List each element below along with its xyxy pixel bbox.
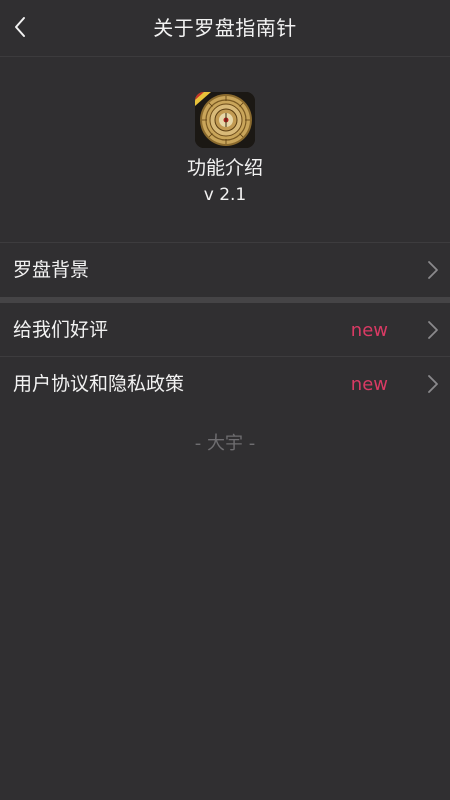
new-badge: new: [350, 320, 388, 341]
top-navigation-bar: 关于罗盘指南针: [0, 0, 450, 57]
chevron-right-icon: [428, 261, 438, 279]
compass-app-icon: [195, 92, 255, 148]
footer-signature: - 大宇 -: [194, 433, 256, 454]
app-info-section: 功能介绍 v 2.1: [0, 57, 450, 241]
app-name[interactable]: 功能介绍: [0, 155, 450, 181]
menu-item-label: 罗盘背景: [13, 259, 90, 281]
new-badge: new: [350, 374, 388, 395]
menu-item-label: 用户协议和隐私政策: [13, 373, 185, 395]
app-version: v 2.1: [203, 185, 247, 205]
chevron-right-icon: [428, 375, 438, 393]
menu-item-rate-us[interactable]: 给我们好评 new: [0, 303, 450, 357]
chevron-right-icon: [428, 321, 438, 339]
menu-item-label: 给我们好评: [13, 319, 109, 341]
menu-item-user-agreement-privacy[interactable]: 用户协议和隐私政策 new: [0, 357, 450, 411]
menu-item-compass-background[interactable]: 罗盘背景: [0, 243, 450, 297]
page-title: 关于罗盘指南针: [153, 16, 297, 40]
